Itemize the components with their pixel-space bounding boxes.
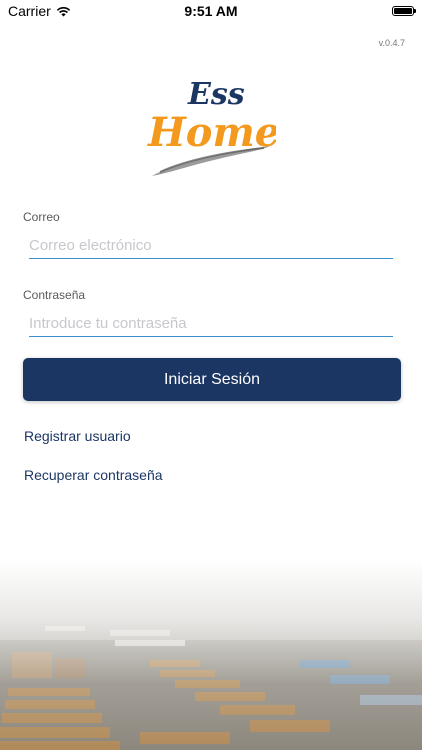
password-label: Contraseña <box>23 288 86 302</box>
email-label: Correo <box>23 210 60 224</box>
email-field[interactable] <box>29 232 393 259</box>
logo-word-home: Home <box>147 109 276 156</box>
app-logo: Ess Home <box>146 72 280 182</box>
status-bar: Carrier 9:51 AM <box>0 0 422 22</box>
version-label: v.0.4.7 <box>378 38 405 48</box>
wifi-icon <box>56 6 70 16</box>
register-link[interactable]: Registrar usuario <box>24 428 131 444</box>
carrier-label: Carrier <box>8 3 51 19</box>
battery-icon <box>392 6 416 16</box>
status-left: Carrier <box>8 3 71 19</box>
logo-graphic: Ess Home <box>147 77 280 176</box>
battery-fill <box>394 8 412 14</box>
recover-password-link[interactable]: Recuperar contraseña <box>24 467 163 483</box>
password-field[interactable] <box>29 310 393 337</box>
logo-word-ess: Ess <box>187 77 245 112</box>
industrial-background-image <box>0 560 422 750</box>
login-button[interactable]: Iniciar Sesión <box>23 358 401 401</box>
